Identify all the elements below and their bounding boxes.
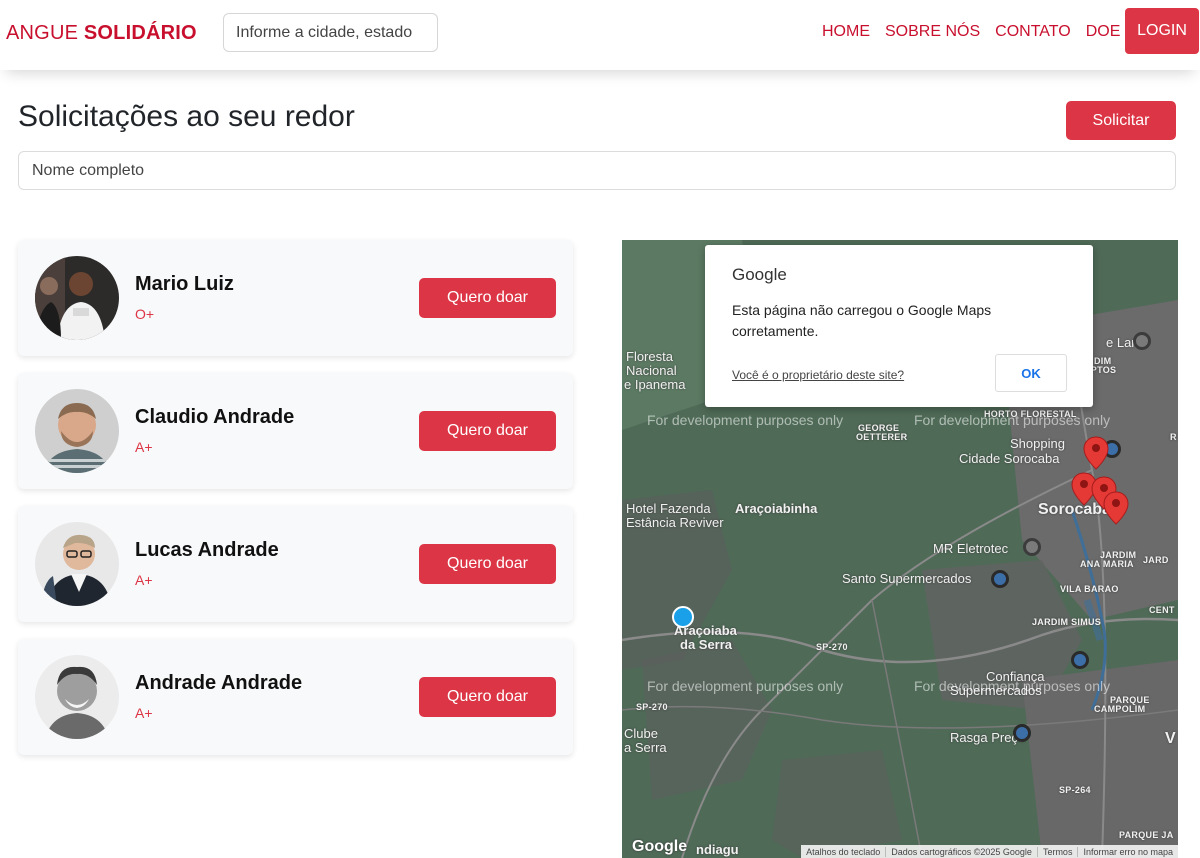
map-label: Araçoiabinha [735, 501, 818, 516]
map-label: Floresta [626, 349, 673, 364]
nav-link-home[interactable]: HOME [822, 23, 870, 41]
dialog-ok-button[interactable]: OK [995, 354, 1067, 392]
dev-watermark: For development purposes only [647, 412, 844, 428]
current-location-icon [672, 606, 694, 628]
maps-error-dialog: Google Esta página não carregou o Google… [705, 245, 1093, 407]
map-label: JARD [1143, 555, 1169, 565]
transit-poi-icon[interactable] [1071, 651, 1089, 669]
blood-type: A+ [135, 705, 153, 721]
map-label: Cidade Sorocaba [959, 451, 1060, 466]
map-label: a Serra [624, 740, 667, 755]
request-button[interactable]: Solicitar [1066, 101, 1176, 140]
map-label: SP-270 [636, 702, 668, 712]
name-filter-input[interactable] [18, 151, 1176, 190]
terms-link[interactable]: Termos [1036, 846, 1078, 857]
map-pin-icon[interactable] [1103, 491, 1129, 525]
requester-name: Lucas Andrade [135, 539, 279, 561]
report-error-link[interactable]: Informar erro no mapa [1077, 846, 1178, 857]
map-label: CENT [1149, 605, 1175, 615]
map-label: e Ipanema [624, 377, 686, 392]
requester-name: Mario Luiz [135, 273, 234, 295]
page-title: Solicitações ao seu redor [18, 100, 355, 133]
avatar [35, 655, 119, 739]
request-card: Claudio Andrade A+ Quero doar [18, 373, 573, 489]
nav-link-donate[interactable]: DOE [1086, 23, 1121, 41]
map-footer: Google Atalhos do teclado Dados cartográ… [622, 838, 1178, 858]
avatar [35, 522, 119, 606]
map-label: SP-264 [1059, 785, 1091, 795]
keyboard-shortcuts-link[interactable]: Atalhos do teclado [801, 847, 885, 857]
map-label: CAMPOLIM [1094, 704, 1146, 714]
login-button[interactable]: LOGIN [1125, 8, 1199, 54]
navbar: ANGUE SOLIDÁRIO HOME SOBRE NÓS CONTATO D… [0, 0, 1200, 70]
map-pin-icon[interactable] [1083, 436, 1109, 470]
nav-link-contact[interactable]: CONTATO [995, 23, 1071, 41]
city-search-input[interactable] [223, 13, 438, 52]
map-label: Clube [624, 726, 658, 741]
brand-text-part1: ANGUE [6, 22, 84, 44]
brand-logo[interactable]: ANGUE SOLIDÁRIO [6, 22, 197, 45]
request-card: Mario Luiz O+ Quero doar [18, 240, 573, 356]
poi-icon[interactable] [1023, 538, 1041, 556]
avatar [35, 389, 119, 473]
nav-links: HOME SOBRE NÓS CONTATO DOE [822, 23, 1135, 41]
avatar [35, 256, 119, 340]
map-label: Hotel Fazenda [626, 501, 711, 516]
requester-name: Andrade Andrade [135, 672, 303, 694]
requester-name: Claudio Andrade [135, 406, 295, 428]
donate-button[interactable]: Quero doar [419, 278, 556, 318]
donate-button[interactable]: Quero doar [419, 411, 556, 451]
map-label: R [1170, 432, 1177, 442]
map-label: MR Eletrotec [933, 541, 1009, 556]
map-label: JARDIM SIMUS [1032, 617, 1102, 627]
donate-button[interactable]: Quero doar [419, 544, 556, 584]
map-label: ANA MARIA [1080, 559, 1134, 569]
dev-watermark: For development purposes only [647, 678, 844, 694]
map-label: OETTERER [856, 432, 908, 442]
map-label: PARQUE JA [1119, 830, 1174, 840]
request-card: Andrade Andrade A+ Quero doar [18, 639, 573, 755]
map-label: Santo Supermercados [842, 571, 972, 586]
map-label: VILA BARAO [1060, 584, 1119, 594]
donate-button[interactable]: Quero doar [419, 677, 556, 717]
map-label: Shopping [1010, 436, 1065, 451]
map-container[interactable]: Floresta Nacional e Ipanema Hotel Fazend… [622, 240, 1178, 858]
shopping-poi-icon[interactable] [991, 570, 1009, 588]
map-label: e Lar [1106, 335, 1136, 350]
blood-type: A+ [135, 572, 153, 588]
map-label: da Serra [680, 637, 733, 652]
site-owner-link[interactable]: Você é o proprietário deste site? [732, 368, 904, 382]
dialog-message: Esta página não carregou o Google Maps c… [732, 302, 992, 339]
nav-link-about[interactable]: SOBRE NÓS [885, 23, 980, 41]
request-card: Lucas Andrade A+ Quero doar [18, 506, 573, 622]
dev-watermark: For development purposes only [914, 678, 1111, 694]
map-data-credit: Dados cartográficos ©2025 Google [885, 846, 1037, 857]
blood-type: O+ [135, 306, 155, 322]
poi-icon[interactable] [1133, 332, 1151, 350]
map-label: V [1165, 730, 1176, 747]
blood-type: A+ [135, 439, 153, 455]
map-label: Nacional [626, 363, 677, 378]
map-attribution-bar: Atalhos do teclado Dados cartográficos ©… [801, 845, 1178, 858]
shopping-poi-icon[interactable] [1013, 724, 1031, 742]
map-label: Estância Reviver [626, 515, 724, 530]
dialog-google-brand: Google [732, 265, 787, 284]
brand-text-part2: SOLIDÁRIO [83, 22, 197, 44]
google-logo: Google [632, 838, 688, 855]
dev-watermark: For development purposes only [914, 412, 1111, 428]
map-label: SP-270 [816, 642, 848, 652]
